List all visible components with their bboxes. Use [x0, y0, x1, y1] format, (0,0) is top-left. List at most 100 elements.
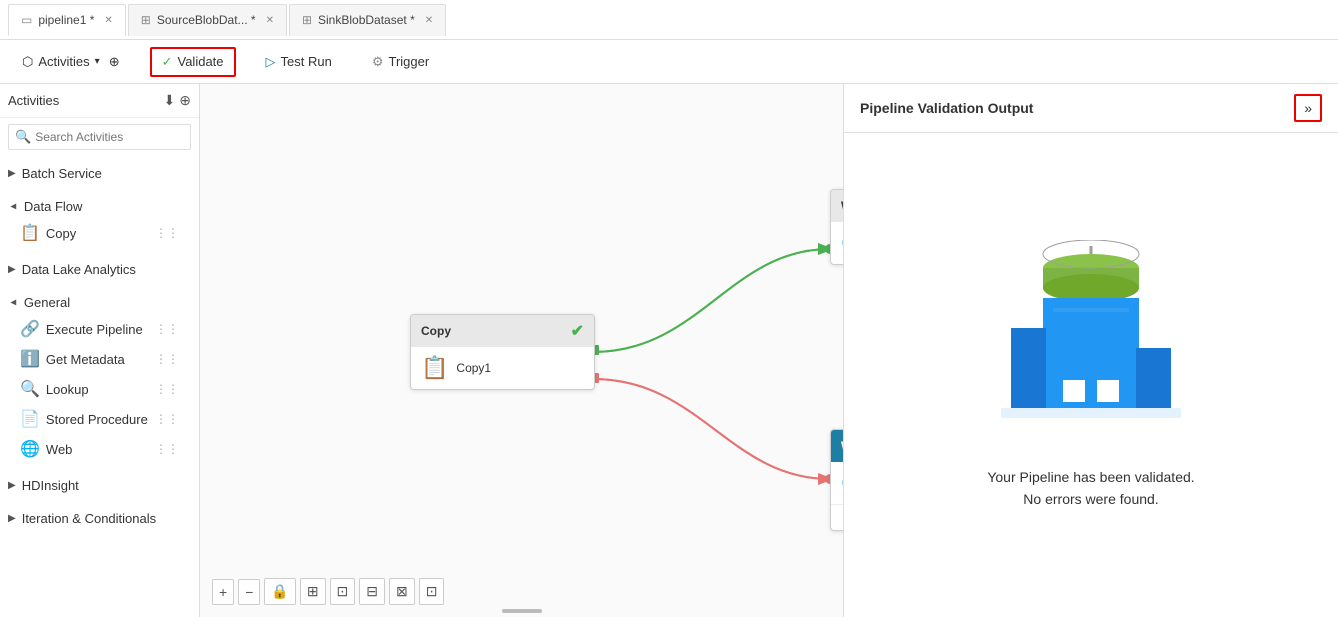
category-batch-service: ▶ Batch Service — [0, 156, 199, 189]
category-header-hdinsight[interactable]: ▶ HDInsight — [8, 474, 191, 497]
copy-node-body: 📋 Copy1 — [411, 347, 594, 389]
scrollbar-hint — [502, 609, 542, 613]
activities-button[interactable]: ⬡ Activities ▾ ⊕ — [12, 49, 130, 75]
tab-sinkblobdataset[interactable]: ⊞ SinkBlobDataset * ✕ — [289, 4, 446, 36]
get-metadata-icon: ℹ️ — [20, 349, 40, 369]
category-hdinsight: ▶ HDInsight — [0, 468, 199, 501]
sidebar-item-web[interactable]: 🌐 Web ⋮⋮ — [8, 434, 191, 464]
canvas-toolbar: + − 🔒 ⊞ ⊡ ⊟ ⊠ ⊡ — [212, 578, 444, 605]
drag-handle[interactable]: ⋮⋮ — [155, 352, 179, 366]
copy-node[interactable]: Copy ✔ 📋 Copy1 — [410, 314, 595, 390]
sidebar-item-copy[interactable]: 📋 Copy ⋮⋮ — [8, 218, 191, 248]
sidebar: Activities ⬇ ⊕ 🔍 ▶ Batch Service ▼ Data … — [0, 84, 200, 617]
copy-node-title: Copy — [421, 324, 451, 338]
item-label: Get Metadata — [46, 352, 149, 367]
validation-line2: No errors were found. — [987, 488, 1194, 510]
activities-icon: ⬡ — [22, 54, 33, 70]
lookup-icon: 🔍 — [20, 379, 40, 399]
web-failure-body: 🌐 SendFailureEmailActiv... — [831, 462, 843, 504]
sidebar-top-actions: ⬇ ⊕ — [164, 92, 191, 109]
grid-button[interactable]: ⊡ — [419, 578, 445, 605]
category-general: ▼ General 🔗 Execute Pipeline ⋮⋮ ℹ️ Get M… — [0, 285, 199, 468]
drag-handle[interactable]: ⋮⋮ — [155, 382, 179, 396]
item-label: Web — [46, 442, 149, 457]
tab-bar: ▭ pipeline1 * ✕ ⊞ SourceBlobDat... * ✕ ⊞… — [0, 0, 1338, 40]
category-label: General — [24, 295, 70, 310]
zoom-in-button[interactable]: + — [212, 579, 234, 605]
web-failure-node[interactable]: Web ✔ 🌐 SendFailureEmailActiv... 🗑 📋 ➡ — [830, 429, 843, 531]
category-header-batch-service[interactable]: ▶ Batch Service — [8, 162, 191, 185]
arrow-icon: ▶ — [8, 168, 16, 179]
web-failure-actions: 🗑 📋 ➡ — [831, 504, 843, 530]
sidebar-item-get-metadata[interactable]: ℹ️ Get Metadata ⋮⋮ — [8, 344, 191, 374]
tab-label: SourceBlobDat... * — [157, 13, 256, 27]
canvas[interactable]: Copy ✔ 📋 Copy1 Web ✔ 🌐 SendSuccessEmailA… — [200, 84, 843, 617]
sidebar-item-execute-pipeline[interactable]: 🔗 Execute Pipeline ⋮⋮ — [8, 314, 191, 344]
check-icon: ✓ — [162, 54, 173, 70]
category-header-general[interactable]: ▼ General — [8, 291, 191, 314]
trigger-icon: ⚙ — [372, 54, 384, 70]
lock-button[interactable]: 🔒 — [264, 578, 295, 605]
layout-button[interactable]: ⊟ — [359, 578, 385, 605]
activities-label: Activities — [8, 93, 59, 108]
web-failure-header: Web ✔ — [831, 430, 843, 462]
copy-icon: 📋 — [20, 223, 40, 243]
zoom-out-button[interactable]: − — [238, 579, 260, 605]
category-header-data-flow[interactable]: ▼ Data Flow — [8, 195, 191, 218]
validate-button[interactable]: ✓ Validate — [150, 47, 236, 77]
category-data-lake-analytics: ▶ Data Lake Analytics — [0, 252, 199, 285]
test-run-label: Test Run — [281, 54, 332, 69]
drag-handle[interactable]: ⋮⋮ — [155, 322, 179, 336]
web-success-title: Web — [841, 199, 843, 213]
zoom-fit-button[interactable]: ⊡ — [330, 578, 356, 605]
web-failure-icon: 🌐 — [841, 470, 843, 496]
execute-pipeline-icon: 🔗 — [20, 319, 40, 339]
sidebar-item-stored-procedure[interactable]: 📄 Stored Procedure ⋮⋮ — [8, 404, 191, 434]
dataset-icon: ⊞ — [302, 13, 312, 27]
right-panel: Pipeline Validation Output » — [843, 84, 1338, 617]
item-label: Stored Procedure — [46, 412, 149, 427]
expand-all-button[interactable]: ⊕ — [179, 92, 191, 109]
web-failure-title: Web — [841, 439, 843, 453]
drag-handle[interactable]: ⋮⋮ — [155, 442, 179, 456]
panel-header: Pipeline Validation Output » — [844, 84, 1338, 133]
tab-close[interactable]: ✕ — [266, 15, 274, 26]
search-input[interactable] — [35, 130, 190, 144]
category-header-iteration-conditionals[interactable]: ▶ Iteration & Conditionals — [8, 507, 191, 530]
stored-procedure-icon: 📄 — [20, 409, 40, 429]
web-success-header: Web ✔ — [831, 190, 843, 222]
copy-node-icon: 📋 — [421, 355, 448, 381]
chevron-down-icon: ▾ — [95, 56, 100, 67]
validate-label: Validate — [178, 54, 224, 69]
drag-handle[interactable]: ⋮⋮ — [155, 226, 179, 240]
panel-content: Your Pipeline has been validated. No err… — [844, 133, 1338, 617]
tab-close[interactable]: ✕ — [104, 15, 112, 26]
dataset-icon: ⊞ — [141, 13, 151, 27]
arrow-icon: ▶ — [8, 480, 16, 491]
drag-handle[interactable]: ⋮⋮ — [155, 412, 179, 426]
tab-pipeline1[interactable]: ▭ pipeline1 * ✕ — [8, 4, 126, 36]
category-header-data-lake-analytics[interactable]: ▶ Data Lake Analytics — [8, 258, 191, 281]
category-data-flow: ▼ Data Flow 📋 Copy ⋮⋮ — [0, 189, 199, 252]
trigger-button[interactable]: ⚙ Trigger — [362, 49, 439, 75]
add-icon: ⊕ — [109, 54, 120, 70]
tab-sourceblobdat[interactable]: ⊞ SourceBlobDat... * ✕ — [128, 4, 287, 36]
fit-button[interactable]: ⊞ — [300, 578, 326, 605]
test-run-button[interactable]: ▷ Test Run — [256, 49, 342, 75]
arrow-icon: ▼ — [7, 298, 18, 308]
arrow-icon: ▶ — [8, 264, 16, 275]
pipeline-icon: ▭ — [21, 13, 32, 27]
category-iteration-conditionals: ▶ Iteration & Conditionals — [0, 501, 199, 534]
category-label: Data Flow — [24, 199, 83, 214]
sidebar-top: Activities ⬇ ⊕ — [0, 84, 199, 118]
web-success-node[interactable]: Web ✔ 🌐 SendSuccessEmailActi... — [830, 189, 843, 265]
main-toolbar: ⬡ Activities ▾ ⊕ ✓ Validate ▷ Test Run ⚙… — [0, 40, 1338, 84]
tab-close[interactable]: ✕ — [425, 15, 433, 26]
arrange-button[interactable]: ⊠ — [389, 578, 415, 605]
copy-node-label: Copy1 — [456, 361, 491, 375]
arrow-icon: ▼ — [7, 202, 18, 212]
tab-label: SinkBlobDataset * — [318, 13, 415, 27]
sidebar-item-lookup[interactable]: 🔍 Lookup ⋮⋮ — [8, 374, 191, 404]
panel-collapse-button[interactable]: » — [1294, 94, 1322, 122]
collapse-all-button[interactable]: ⬇ — [164, 92, 176, 109]
